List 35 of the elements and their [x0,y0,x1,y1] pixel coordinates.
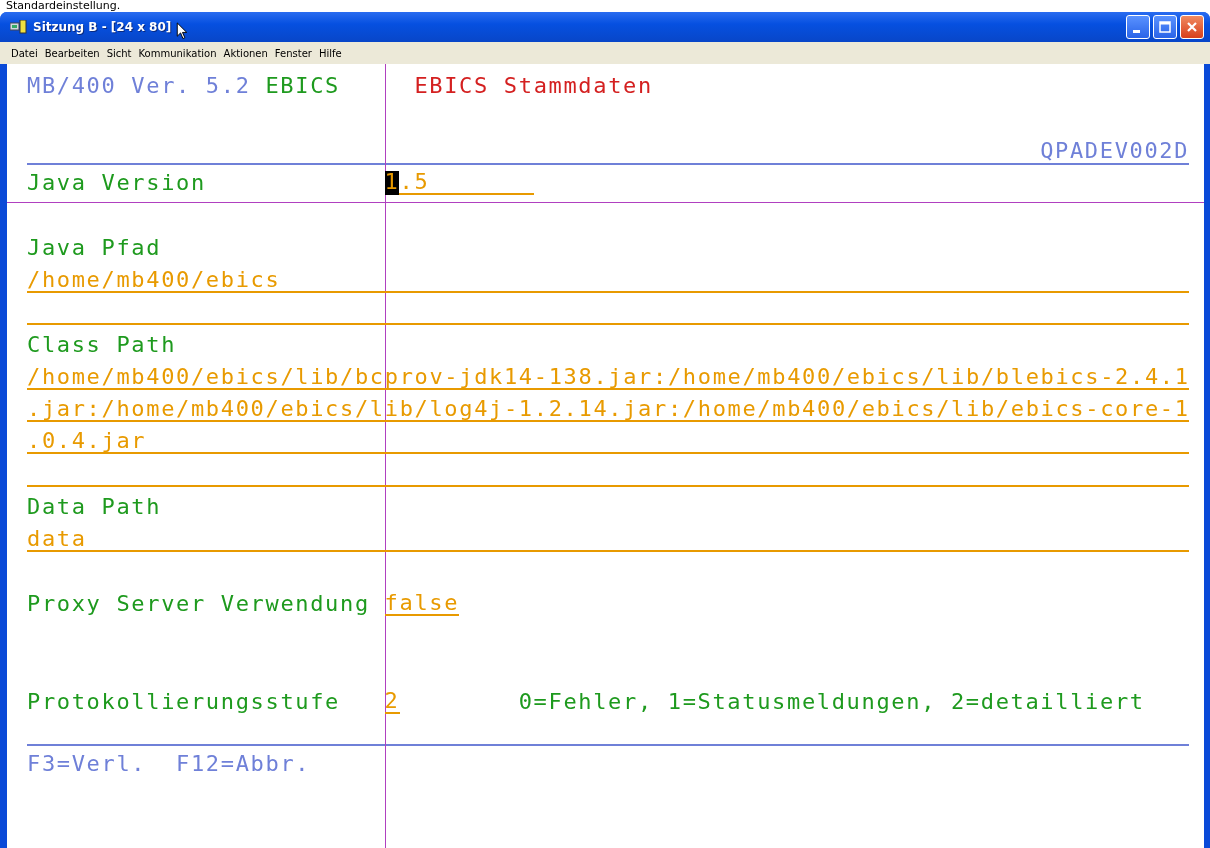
input-field[interactable]: 2 [384,689,400,714]
minimize-button[interactable] [1126,15,1150,39]
mouse-pointer-icon [176,22,189,40]
minimize-icon [1132,29,1140,33]
function-key-hint: F3=Verl. [27,752,147,776]
menu-item[interactable]: Kommunikation [138,47,217,59]
module-text: EBICS [265,74,340,99]
screen-id: QPADEV002D [1040,138,1190,163]
maximize-icon [1158,20,1172,34]
close-icon [1185,20,1199,34]
menu-item[interactable]: Datei [11,47,38,59]
field-label: Proxy Server Verwendung [27,592,371,617]
caption-text: Standardeinstellung. [6,0,121,12]
input-field[interactable]: .0.4.jar [27,430,1190,455]
menu-item[interactable]: Bearbeiten [44,47,100,59]
field-label: Java Version [27,171,207,196]
input-field[interactable]: data [27,527,1190,552]
field-label: Java Pfad [27,236,162,261]
window-title: Sitzung B - [24 x 80] [33,20,172,34]
menu-item[interactable]: Fenster [274,47,312,59]
close-button[interactable] [1180,15,1204,39]
menu-item[interactable]: Aktionen [223,47,268,59]
maximize-button[interactable] [1153,15,1177,39]
menu-item[interactable]: Sicht [106,47,132,59]
field-label: Class Path [27,333,177,358]
input-field[interactable]: /home/mb400/ebics [27,268,1190,293]
product-text: MB/400 Ver. 5.2 [27,74,251,99]
input-field[interactable]: false [384,592,460,617]
menu-item[interactable]: Hilfe [318,47,342,59]
screen-title: EBICS Stammdaten [414,74,653,99]
field-hint: 0=Fehler, 1=Statusmeldungen, 2=detailliert [518,689,1145,714]
field-label: Data Path [27,495,162,520]
field-label: Protokollierungsstufe [27,689,341,714]
terminal-app-icon [10,20,28,34]
function-key-hint: F12=Abbr. [176,752,311,776]
